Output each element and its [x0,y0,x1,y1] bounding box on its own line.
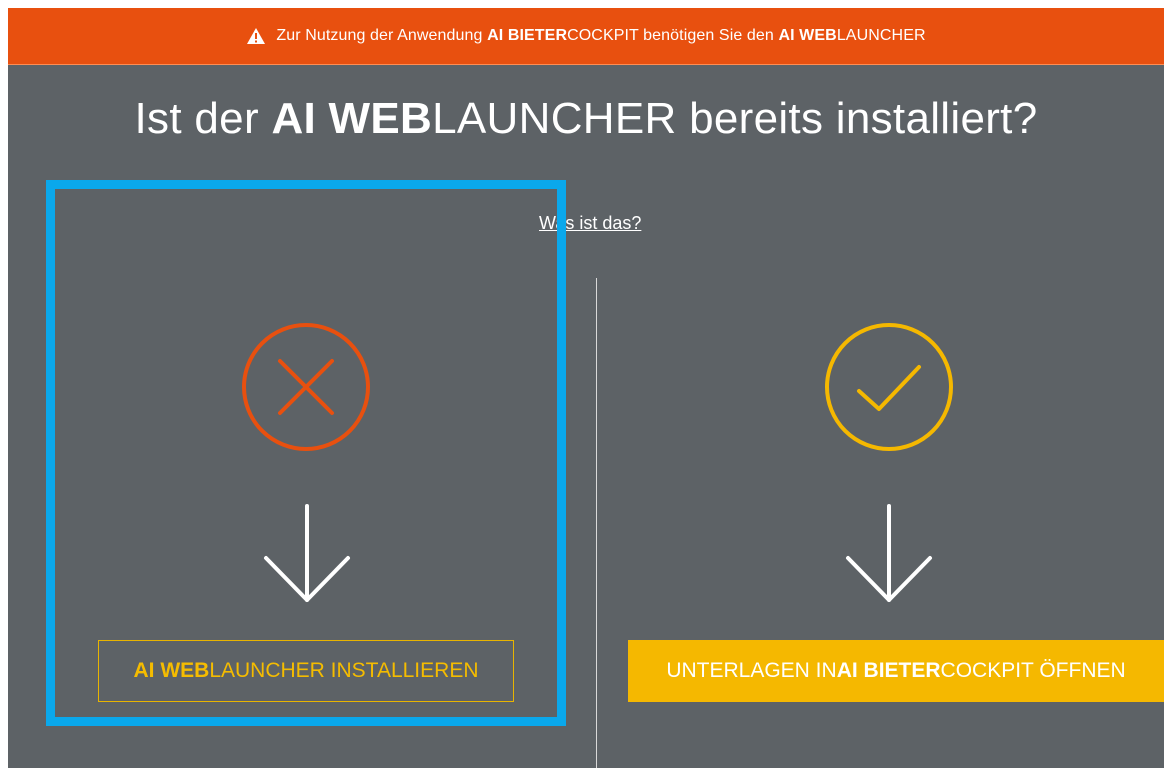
column-divider [596,278,597,768]
check-circle-icon [825,323,953,451]
install-weblauncher-button[interactable]: AI WEB LAUNCHER INSTALLIEREN [98,640,514,702]
arrow-down-icon [846,504,932,602]
warning-banner: Zur Nutzung der Anwendung AI BIETERCOCKP… [8,8,1164,64]
warning-icon [247,28,266,44]
launcher-check-screen: Zur Nutzung der Anwendung AI BIETERCOCKP… [8,8,1164,768]
arrow-down-icon [264,504,350,602]
banner-text: Zur Nutzung der Anwendung AI BIETERCOCKP… [276,27,926,44]
page-title: Ist der AI WEBLAUNCHER bereits installie… [134,94,1038,143]
what-is-this-link[interactable]: Was ist das? [539,213,641,234]
open-in-bietercockpit-button[interactable]: UNTERLAGEN IN AI BIETER COCKPIT ÖFFNEN [628,640,1164,702]
x-circle-icon [242,323,370,451]
